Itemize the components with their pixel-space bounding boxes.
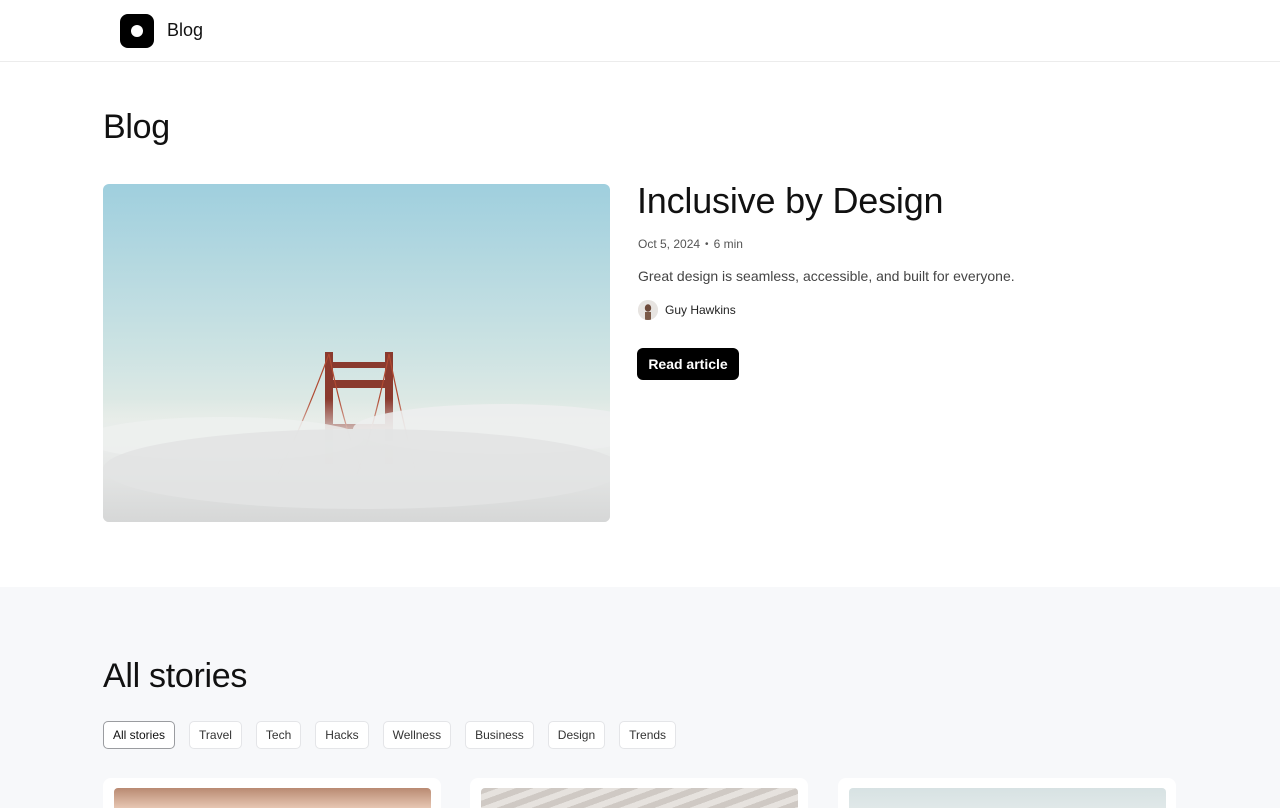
story-card[interactable]	[838, 778, 1176, 808]
story-thumbnail	[481, 788, 798, 808]
filter-wellness[interactable]: Wellness	[382, 721, 452, 749]
author-avatar	[638, 300, 658, 320]
filter-travel[interactable]: Travel	[189, 721, 242, 749]
featured-title[interactable]: Inclusive by Design	[637, 180, 944, 222]
filter-business[interactable]: Business	[465, 721, 534, 749]
top-navigation: Blog	[0, 0, 1280, 62]
all-stories-section: All stories All stories Travel Tech Hack…	[0, 587, 1280, 808]
logo-icon[interactable]	[120, 14, 154, 48]
all-stories-title: All stories	[103, 657, 248, 695]
filter-all-stories[interactable]: All stories	[103, 721, 176, 749]
featured-image[interactable]	[103, 184, 610, 522]
featured-date: Oct 5, 2024	[638, 237, 701, 251]
filter-hacks[interactable]: Hacks	[315, 721, 369, 749]
featured-meta: Oct 5, 2024 • 6 min	[638, 237, 743, 251]
story-card[interactable]	[103, 778, 441, 808]
featured-author[interactable]: Guy Hawkins	[638, 300, 736, 320]
author-name: Guy Hawkins	[665, 303, 736, 317]
story-thumbnail	[114, 788, 431, 808]
filter-tech[interactable]: Tech	[255, 721, 302, 749]
filter-design[interactable]: Design	[547, 721, 606, 749]
story-card[interactable]	[470, 778, 808, 808]
read-article-button[interactable]: Read article	[637, 348, 739, 380]
page-title: Blog	[103, 108, 170, 146]
category-filters: All stories Travel Tech Hacks Wellness B…	[103, 721, 677, 749]
brand-name[interactable]: Blog	[167, 20, 203, 41]
featured-excerpt: Great design is seamless, accessible, an…	[638, 268, 1015, 284]
meta-separator: •	[705, 238, 709, 250]
featured-read-time: 6 min	[713, 237, 743, 251]
logo-dot-icon	[131, 25, 143, 37]
filter-trends[interactable]: Trends	[619, 721, 677, 749]
story-thumbnail	[849, 788, 1166, 808]
